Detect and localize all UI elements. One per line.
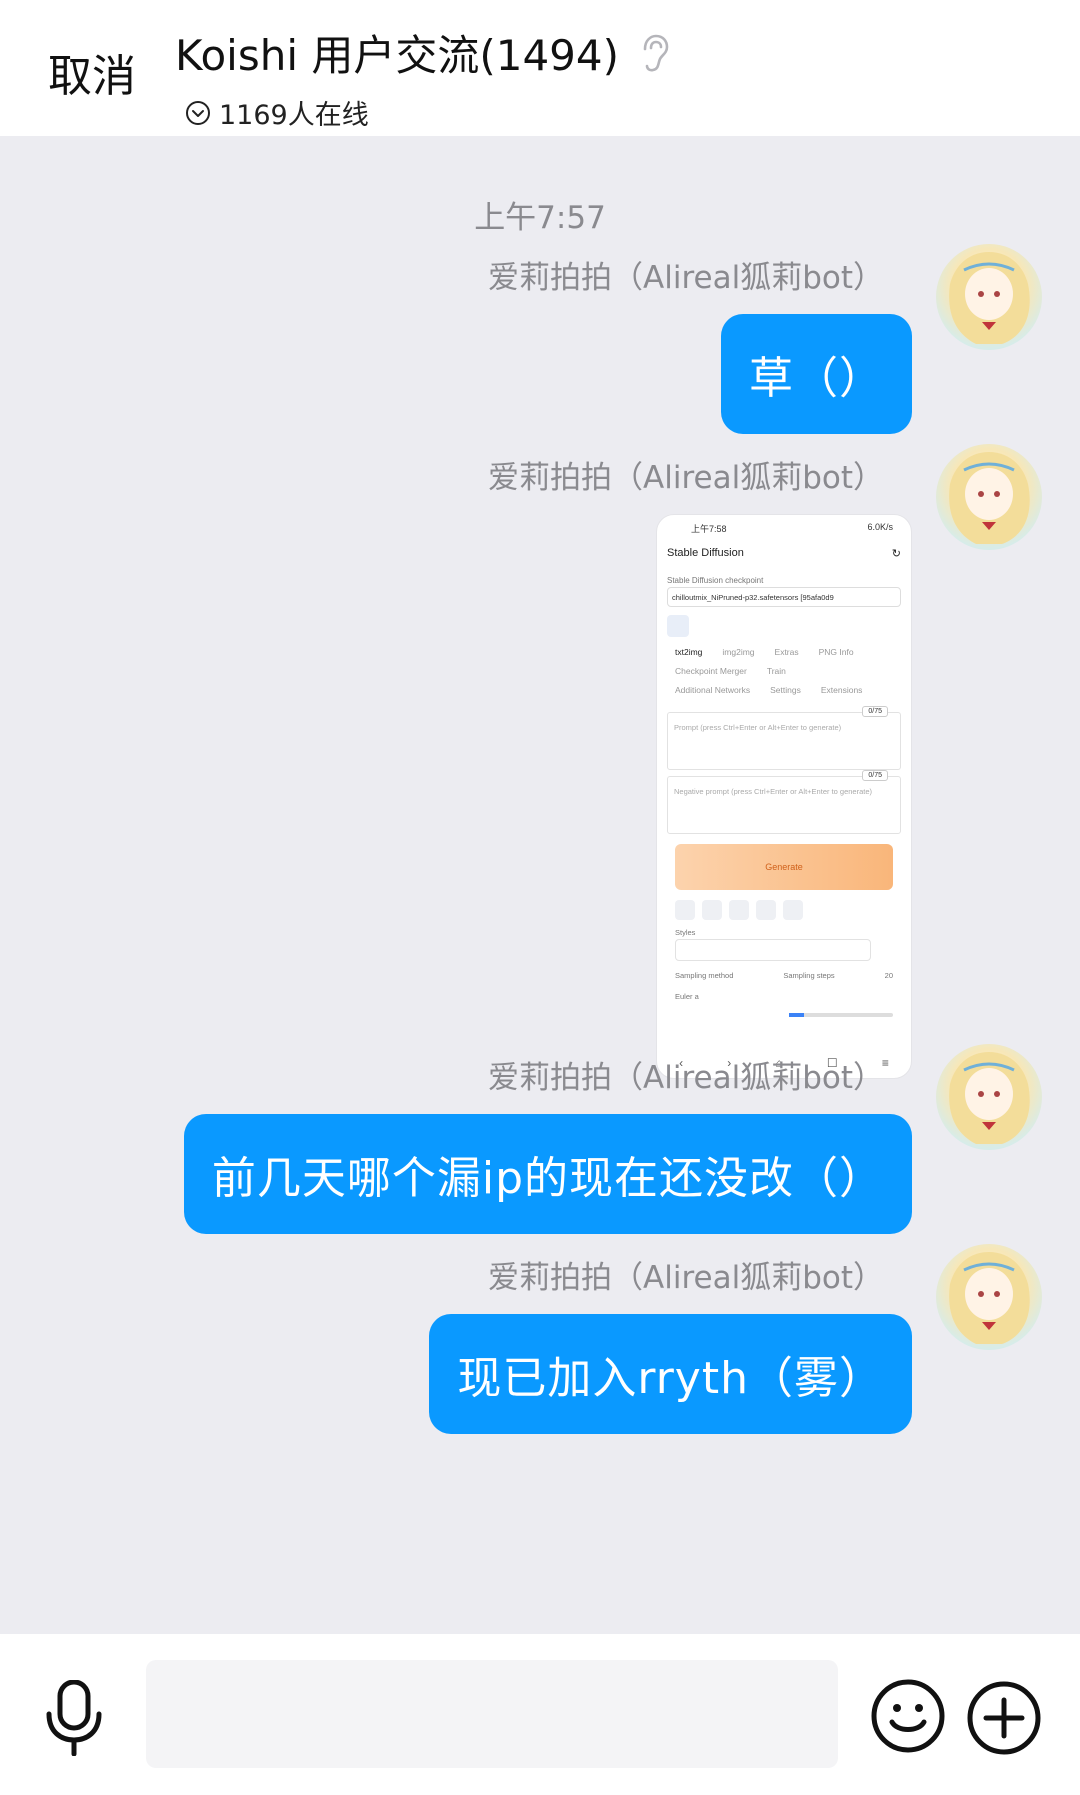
message-bubble[interactable]: 前几天哪个漏ip的现在还没改（） — [183, 1114, 912, 1234]
image-status-speed: 6.0K/s — [867, 522, 893, 532]
sender-name: 爱莉拍拍（Alireal狐莉bot） — [488, 460, 884, 496]
image-statusbar: 上午7:58 6.0K/s — [657, 515, 911, 541]
avatar[interactable] — [936, 1044, 1042, 1150]
image-tab: Additional Networks — [675, 685, 751, 695]
image-tab: Extensions — [820, 685, 863, 695]
image-sampling-row: Sampling method Sampling steps 20 — [657, 961, 911, 982]
image-app-title: Stable Diffusion — [667, 547, 744, 559]
sender-name: 爱莉拍拍（Alireal狐莉bot） — [488, 1260, 884, 1296]
image-tab: Extras — [774, 647, 799, 657]
image-tabs: txt2img img2img Extras PNG Info Checkpoi… — [657, 645, 911, 706]
chevron-circle-icon[interactable] — [185, 100, 211, 126]
message-list[interactable]: 上午7:57 爱莉拍拍（Alireal狐莉bot） 草（） 爱莉拍拍（Alire… — [0, 136, 1080, 1634]
reload-icon: ↻ — [891, 548, 901, 560]
image-status-time: 上午7:58 — [691, 524, 727, 534]
image-steps-slider — [789, 1013, 893, 1017]
image-prompt-box: 0/75 Prompt (press Ctrl+Enter or Alt+Ent… — [667, 706, 901, 770]
image-tab: Checkpoint Merger — [675, 666, 747, 676]
image-sampling-method-label: Sampling method — [675, 971, 734, 980]
image-checkpoint-label: Stable Diffusion checkpoint — [667, 576, 764, 585]
image-token-count: 0/75 — [862, 770, 888, 781]
cancel-button[interactable]: 取消 — [48, 40, 136, 104]
ear-icon[interactable] — [637, 33, 671, 73]
message-input[interactable] — [146, 1660, 838, 1768]
chat-header: 取消 Koishi 用户交流(1494) 1169人在线 — [0, 0, 1080, 136]
image-prompt-placeholder: Prompt (press Ctrl+Enter or Alt+Enter to… — [674, 723, 842, 732]
image-sampling-steps-value: 20 — [884, 971, 893, 980]
refresh-icon — [667, 615, 689, 637]
image-styles-label: Styles — [675, 928, 696, 937]
image-token-count: 0/75 — [862, 706, 888, 717]
image-tab: Train — [766, 666, 786, 676]
image-checkpoint-select: chilloutmix_NiPruned-p32.safetensors [95… — [667, 587, 901, 607]
image-tab: PNG Info — [818, 647, 854, 657]
screenshot-image[interactable]: 上午7:58 6.0K/s Stable Diffusion ↻ Stable … — [656, 514, 912, 1079]
tool-icon — [729, 900, 749, 920]
image-styles-box — [675, 939, 871, 961]
emoji-icon[interactable] — [870, 1678, 946, 1754]
message-timestamp: 上午7:57 — [474, 200, 606, 236]
input-bar — [0, 1634, 1080, 1795]
image-sampling-method-value: Euler a — [675, 992, 699, 1001]
avatar[interactable] — [936, 1244, 1042, 1350]
tool-icon — [702, 900, 722, 920]
microphone-icon[interactable] — [44, 1680, 104, 1756]
image-negative-prompt-box: 0/75 Negative prompt (press Ctrl+Enter o… — [667, 770, 901, 834]
avatar[interactable] — [936, 244, 1042, 350]
message-bubble[interactable]: 现已加入rryth（雾） — [429, 1314, 912, 1434]
avatar[interactable] — [936, 444, 1042, 550]
message-bubble[interactable]: 草（） — [721, 314, 912, 434]
image-sampling-method-row: Euler a — [657, 982, 911, 1003]
online-count: 1169人在线 — [219, 100, 369, 131]
image-toolrow — [657, 900, 911, 920]
image-app-header: Stable Diffusion ↻ — [657, 541, 911, 566]
image-tab: Settings — [770, 685, 801, 695]
tool-icon — [783, 900, 803, 920]
image-tab: txt2img — [675, 647, 703, 657]
chat-screen: 取消 Koishi 用户交流(1494) 1169人在线 上午7:57 爱莉拍拍… — [0, 0, 1080, 1795]
chat-title: Koishi 用户交流(1494) — [175, 31, 619, 80]
title-block[interactable]: Koishi 用户交流(1494) 1169人在线 — [175, 22, 671, 132]
image-sampling-steps-label: Sampling steps — [783, 971, 835, 980]
image-generate-button: Generate — [675, 844, 893, 890]
sender-name: 爱莉拍拍（Alireal狐莉bot） — [488, 260, 884, 296]
tool-icon — [675, 900, 695, 920]
plus-icon[interactable] — [966, 1680, 1042, 1756]
tool-icon — [756, 900, 776, 920]
image-negative-placeholder: Negative prompt (press Ctrl+Enter or Alt… — [674, 787, 873, 796]
sender-name: 爱莉拍拍（Alireal狐莉bot） — [488, 1060, 884, 1096]
image-tab: img2img — [722, 647, 755, 657]
